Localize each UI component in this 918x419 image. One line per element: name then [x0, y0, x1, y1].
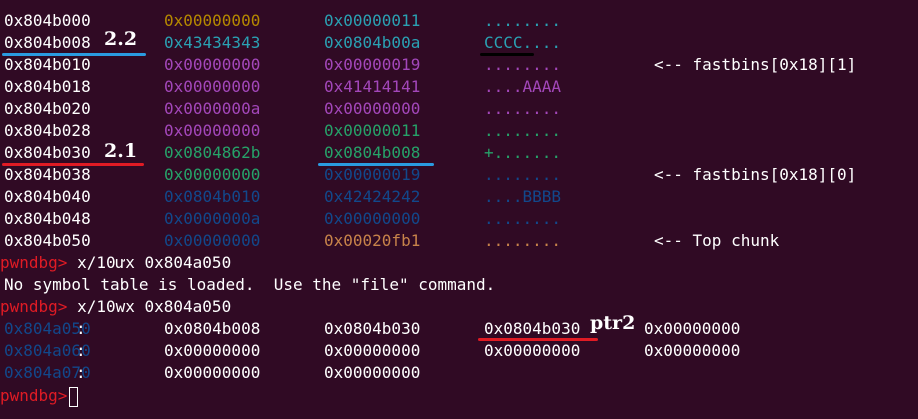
heap-address: 0x804b048	[4, 209, 91, 228]
heap-row: 0x804b010 0x00000000 0x00000019........ <--…	[0, 54, 918, 76]
underline-2-1	[2, 163, 144, 166]
heap-address: 0x804b000	[4, 11, 91, 30]
terminal-window[interactable]: 0x804b000 0x00000000 0x00000011........ 0x8…	[0, 0, 918, 419]
heap-ascii: ........	[484, 209, 562, 228]
heap-word-2: 0x00000011	[324, 121, 421, 140]
heap-word-2: 0x0804b00a	[324, 33, 421, 52]
heap-address: 0x804b020	[4, 99, 91, 118]
underline-2-2	[2, 53, 146, 56]
heap-word-2: 0x00000000	[324, 209, 421, 228]
heap-row: 0x804b020 0x0000000a 0x00000000........	[0, 98, 918, 120]
underline-ptr2	[478, 338, 598, 341]
heap-address: 0x804b018	[4, 77, 91, 96]
heap-word-1: 0x0804862b	[164, 143, 261, 162]
heap-ascii: ........	[484, 121, 562, 140]
memory-word: 0x00000000	[324, 363, 421, 382]
annotation-2-1: 2.1	[104, 140, 138, 162]
memory-word: 0x0804b008	[164, 319, 261, 338]
heap-word-2: 0x00020fb1	[324, 231, 421, 250]
heap-word-1: 0x00000000	[164, 77, 261, 96]
heap-ascii: ....AAAA	[484, 77, 562, 96]
memory-word: 0x00000000	[164, 341, 261, 360]
annotation-2-2: 2.2	[104, 28, 138, 50]
heap-word-2: 0x0804b008	[324, 143, 421, 162]
heap-address: 0x804b028	[4, 121, 91, 140]
heap-ascii: ........	[484, 11, 562, 30]
error-message: No symbol table is loaded. Use the "file…	[4, 275, 496, 294]
heap-word-1: 0x00000000	[164, 231, 261, 250]
command-line-3[interactable]: pwndbg>	[0, 385, 918, 407]
heap-word-1: 0x00000000	[164, 55, 261, 74]
memory-word: 0x0804b030	[484, 319, 581, 338]
command-text: x/10ưx 0x804a050	[67, 253, 232, 272]
heap-row: 0x804b040 0x0804b010 0x42424242 ....BBBB	[0, 186, 918, 208]
memory-row: 0x804a060:0x00000000 0x00000000 0x00000000…	[0, 340, 918, 362]
heap-word-1: 0x00000000	[164, 121, 261, 140]
heap-word-2: 0x00000019	[324, 165, 421, 184]
memory-word: 0x00000000	[484, 341, 581, 360]
heap-address: 0x804b040	[4, 187, 91, 206]
prompt: pwndbg>	[0, 297, 68, 316]
heap-word-2: 0x00000019	[324, 55, 421, 74]
heap-row: 0x804b050 0x00000000 0x00020fb1........ <--…	[0, 230, 918, 252]
cursor[interactable]	[69, 386, 79, 407]
prompt: pwndbg>	[0, 253, 68, 272]
memory-word: 0x0804b030	[324, 319, 421, 338]
heap-ascii: ........	[484, 55, 562, 74]
heap-word-2: 0x00000000	[324, 99, 421, 118]
underline-cccc	[480, 53, 534, 56]
bin-note: <-- fastbins[0x18][1]	[654, 55, 857, 74]
heap-row: 0x804b000 0x00000000 0x00000011........	[0, 10, 918, 32]
heap-address: 0x804b008	[4, 33, 91, 52]
heap-row: 0x804b048 0x0000000a 0x00000000........	[0, 208, 918, 230]
heap-address: 0x804b050	[4, 231, 91, 250]
memory-row: 0x804a050:0x0804b008 0x0804b030 0x0804b030…	[0, 318, 918, 340]
command-line-2: pwndbg> x/10wx 0x804a050	[0, 296, 918, 318]
memory-word: 0x00000000	[644, 341, 741, 360]
command-text: x/10wx 0x804a050	[67, 297, 232, 316]
heap-row: 0x804b008 0x43434343 0x0804b00a CCCC....	[0, 32, 918, 54]
heap-ascii: +.......	[484, 143, 562, 162]
heap-address: 0x804b038	[4, 165, 91, 184]
colon: :	[76, 341, 86, 360]
memory-word: 0x00000000	[324, 341, 421, 360]
heap-row: 0x804b018 0x00000000 0x41414141 ....AAAA	[0, 76, 918, 98]
memory-word: 0x00000000	[644, 319, 741, 338]
command-line-1: pwndbg> x/10ưx 0x804a050	[0, 252, 918, 274]
heap-word-2: 0x42424242	[324, 187, 421, 206]
heap-word-2: 0x00000011	[324, 11, 421, 30]
annotation-ptr2: ptr2	[590, 312, 636, 334]
heap-address: 0x804b030	[4, 143, 91, 162]
heap-row: 0x804b030 0x0804862b 0x0804b008 +.......	[0, 142, 918, 164]
memory-word: 0x00000000	[164, 363, 261, 382]
heap-address: 0x804b010	[4, 55, 91, 74]
heap-word-1: 0x0000000a	[164, 209, 261, 228]
bin-note: <-- fastbins[0x18][0]	[654, 165, 857, 184]
heap-word-1: 0x00000000	[164, 165, 261, 184]
heap-ascii: ........	[484, 99, 562, 118]
heap-word-2: 0x41414141	[324, 77, 421, 96]
heap-word-1: 0x0000000a	[164, 99, 261, 118]
colon: :	[76, 363, 86, 382]
heap-word-1: 0x00000000	[164, 11, 261, 30]
heap-ascii: ....BBBB	[484, 187, 562, 206]
bin-note: <-- Top chunk	[654, 231, 780, 250]
prompt: pwndbg>	[0, 386, 68, 405]
colon: :	[76, 319, 86, 338]
memory-row: 0x804a070:0x00000000 0x00000000	[0, 362, 918, 384]
heap-word-1: 0x0804b010	[164, 187, 261, 206]
heap-ascii: ........	[484, 165, 562, 184]
heap-row: 0x804b028 0x00000000 0x00000011........	[0, 120, 918, 142]
heap-row: 0x804b038 0x00000000 0x00000019........ <--…	[0, 164, 918, 186]
heap-word-1: 0x43434343	[164, 33, 261, 52]
heap-ascii: ........	[484, 231, 562, 250]
heap-ascii: CCCC....	[484, 33, 562, 52]
underline-ptr	[318, 163, 434, 166]
